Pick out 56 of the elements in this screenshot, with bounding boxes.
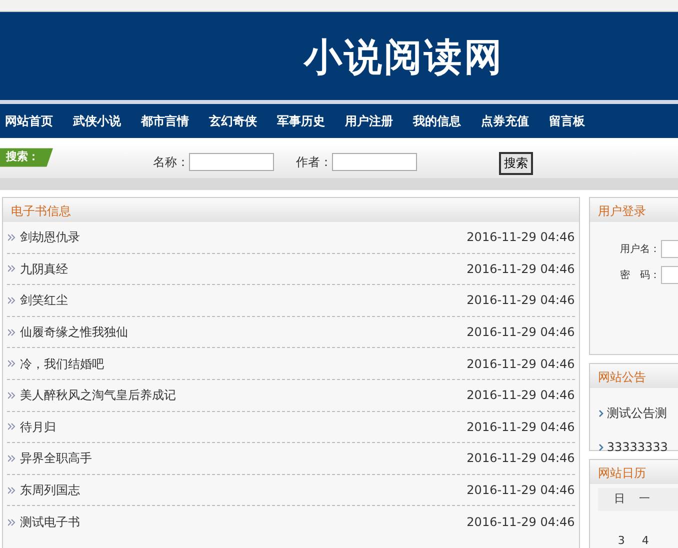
double-chevron-icon [8,423,15,430]
book-title-link[interactable]: 待月归 [20,418,56,436]
nav-link[interactable]: 留言板 [548,112,594,130]
field-label: 作者： [296,154,332,170]
book-title-link[interactable]: 异界全职高手 [20,449,92,468]
book-title-link[interactable]: 东周列国志 [20,481,80,500]
weekday-label: 一 [638,491,650,507]
book-title-link[interactable]: 剑笑红尘 [20,291,68,310]
nav-link[interactable]: 武侠小说 [72,112,130,130]
field-label: 用户名： [620,242,660,256]
chevron-icon [598,444,604,452]
book-title-link[interactable]: 仙履奇缘之惟我独仙 [20,323,128,342]
search-tag: 搜索： [0,148,53,167]
book-title-link[interactable]: 测试电子书 [20,513,80,532]
book-date: 2016-11-29 04:46 [466,450,575,468]
notice-link[interactable]: 测试公告测 [606,406,667,420]
nav-link[interactable]: 我的信息 [412,112,470,130]
book-title-link[interactable]: 剑劫恩仇录 [20,228,80,246]
book-date: 2016-11-29 04:46 [466,514,575,532]
weekday-label: 日 [614,491,625,507]
double-chevron-icon [8,234,15,241]
input-field[interactable] [332,152,417,170]
book-date: 2016-11-29 04:46 [466,387,575,404]
nav-link[interactable]: 都市言情 [140,112,198,130]
field-label: 名称： [153,154,189,170]
double-chevron-icon [8,296,15,304]
book-date: 2016-11-29 04:46 [466,229,575,246]
input-field[interactable] [189,152,274,170]
double-chevron-icon [8,486,15,494]
calendar-date[interactable]: 3 [618,532,625,548]
double-chevron-icon [8,454,15,462]
double-chevron-icon [8,265,15,272]
book-date: 2016-11-29 04:46 [466,482,575,500]
double-chevron-icon [8,518,15,526]
chevron-icon [598,410,604,418]
book-title-link[interactable]: 冷，我们结婚吧 [20,354,104,373]
book-date: 2016-11-29 04:46 [466,292,575,310]
book-title-link[interactable]: 九阴真经 [20,260,68,278]
nav-link[interactable]: 网站首页 [4,112,62,130]
search-button[interactable]: 搜索 [499,152,533,175]
book-title-link[interactable]: 美人醉秋风之淘气皇后养成记 [20,386,176,404]
calendar-date[interactable]: 4 [642,532,649,548]
book-date: 2016-11-29 04:46 [466,260,575,278]
double-chevron-icon [8,360,15,368]
nav-link[interactable]: 用户注册 [344,112,402,130]
nav-link[interactable]: 军事历史 [276,112,334,130]
nav-link[interactable]: 点券充值 [480,112,538,130]
double-chevron-icon [8,392,15,399]
double-chevron-icon [8,328,15,336]
book-date: 2016-11-29 04:46 [466,324,575,342]
site-logo: 小说阅读网 [304,32,504,80]
notice-link[interactable]: 33333333 [606,440,668,454]
book-date: 2016-11-29 04:46 [466,418,575,436]
book-date: 2016-11-29 04:46 [466,356,575,373]
field-label: 密 码： [620,268,660,282]
nav-link[interactable]: 玄幻奇侠 [208,112,266,130]
